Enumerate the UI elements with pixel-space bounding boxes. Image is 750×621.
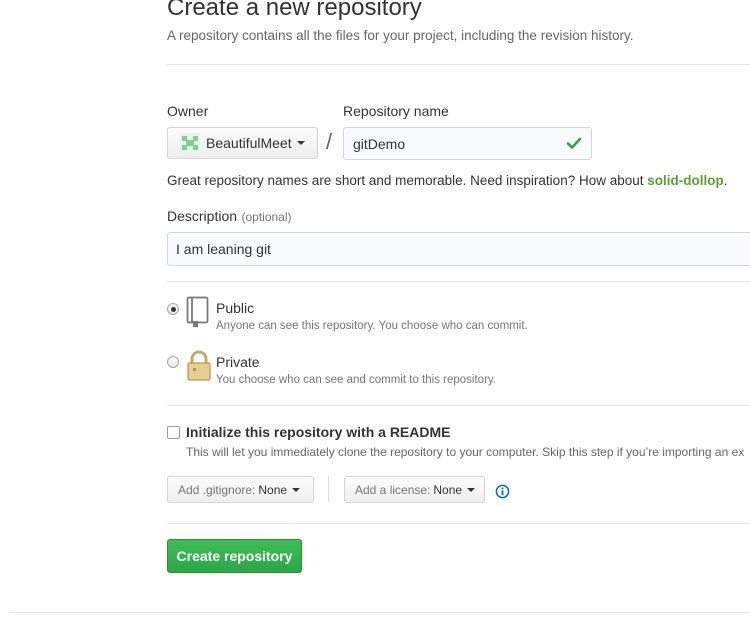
caret-down-icon <box>292 487 301 492</box>
hint-period: . <box>723 173 728 188</box>
footer-divider <box>10 612 750 613</box>
owner-label: Owner <box>167 103 209 119</box>
header-divider <box>167 64 750 65</box>
check-icon <box>566 137 582 149</box>
submit-divider <box>167 523 750 524</box>
owner-repo-separator: / <box>326 129 333 154</box>
repository-name-input[interactable] <box>343 127 592 160</box>
description-input[interactable] <box>167 232 750 266</box>
info-icon[interactable] <box>495 484 510 499</box>
visibility-divider-top <box>167 281 750 282</box>
license-label: Add a license: <box>355 482 431 497</box>
public-radio[interactable] <box>167 303 179 315</box>
license-value: None <box>433 482 463 497</box>
create-repository-button[interactable]: Create repository <box>167 539 302 573</box>
description-label: Description <box>167 208 238 224</box>
repository-name-hint: Great repository names are short and mem… <box>167 173 728 188</box>
lock-icon <box>187 350 211 381</box>
init-readme-note: This will let you immediately clone the … <box>186 445 745 459</box>
init-readme-title: Initialize this repository with a README <box>186 424 451 440</box>
owner-select-button[interactable]: BeautifulMeet <box>167 127 318 159</box>
optional-tag: (optional) <box>241 210 292 224</box>
caret-down-icon <box>296 141 305 145</box>
public-title: Public <box>216 300 255 316</box>
hint-text: Great repository names are short and mem… <box>167 173 648 188</box>
private-title: Private <box>216 354 260 370</box>
description-label-row: Description (optional) <box>167 208 292 226</box>
gitignore-label: Add .gitignore: <box>178 482 256 497</box>
name-suggestion-link[interactable]: solid-dollop <box>647 173 724 188</box>
repository-name-label: Repository name <box>343 103 449 119</box>
repo-book-icon <box>186 296 209 327</box>
gitignore-select-button[interactable]: Add .gitignore: None <box>167 476 314 503</box>
button-separator <box>328 476 329 502</box>
page-title: Create a new repository <box>167 0 422 21</box>
visibility-divider-bottom <box>167 405 750 406</box>
owner-name: BeautifulMeet <box>206 135 292 151</box>
license-select-button[interactable]: Add a license: None <box>344 476 485 503</box>
init-readme-checkbox[interactable] <box>167 426 180 439</box>
private-note: You choose who can see and commit to thi… <box>216 374 496 386</box>
private-radio[interactable] <box>167 356 179 368</box>
create-repository-page: Create a new repository A repository con… <box>0 0 750 621</box>
page-subtitle: A repository contains all the files for … <box>167 28 634 43</box>
avatar-icon <box>180 133 200 153</box>
public-note: Anyone can see this repository. You choo… <box>216 320 528 332</box>
caret-down-icon <box>467 487 476 492</box>
gitignore-value: None <box>258 482 288 497</box>
